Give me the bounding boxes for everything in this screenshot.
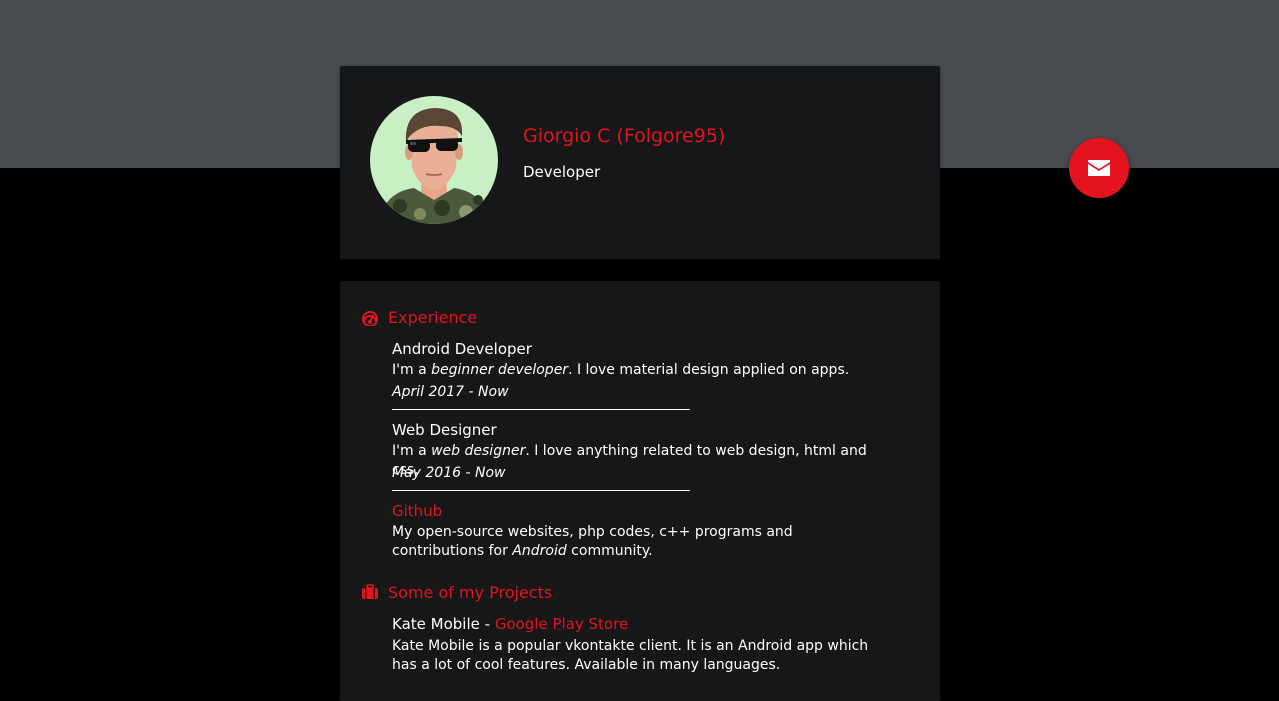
experience-item-date: April 2017 - Now xyxy=(392,384,509,400)
profile-name: Giorgio C (Folgore95) xyxy=(523,125,726,147)
experience-item-title: Android Developer xyxy=(392,340,532,358)
profile-card: Giorgio C (Folgore95) Developer xyxy=(340,66,940,259)
dashboard-icon xyxy=(362,311,378,326)
briefcase-icon xyxy=(362,584,378,599)
experience-title: Experience xyxy=(388,308,478,327)
avatar xyxy=(370,96,498,224)
projects-title: Some of my Projects xyxy=(388,583,553,602)
github-description: My open-source websites, php codes, c++ … xyxy=(392,524,793,559)
content-card: Experience Android Developer I'm a begin… xyxy=(340,281,940,701)
project-item-title: Kate Mobile - Google Play Store xyxy=(392,615,629,633)
contact-button[interactable] xyxy=(1069,138,1129,198)
experience-item-title: Web Designer xyxy=(392,421,497,439)
profile-role: Developer xyxy=(523,163,601,181)
project-item-text: Kate Mobile is a popular vkontakte clien… xyxy=(392,638,869,673)
experience-item-text: I'm a beginner developer. I love materia… xyxy=(392,362,850,378)
envelope-icon xyxy=(1088,160,1110,176)
divider xyxy=(392,409,690,410)
google-play-link[interactable]: Google Play Store xyxy=(495,615,628,633)
divider xyxy=(392,490,690,491)
github-link[interactable]: Github xyxy=(392,502,442,520)
experience-item-date: May 2016 - Now xyxy=(392,465,506,481)
